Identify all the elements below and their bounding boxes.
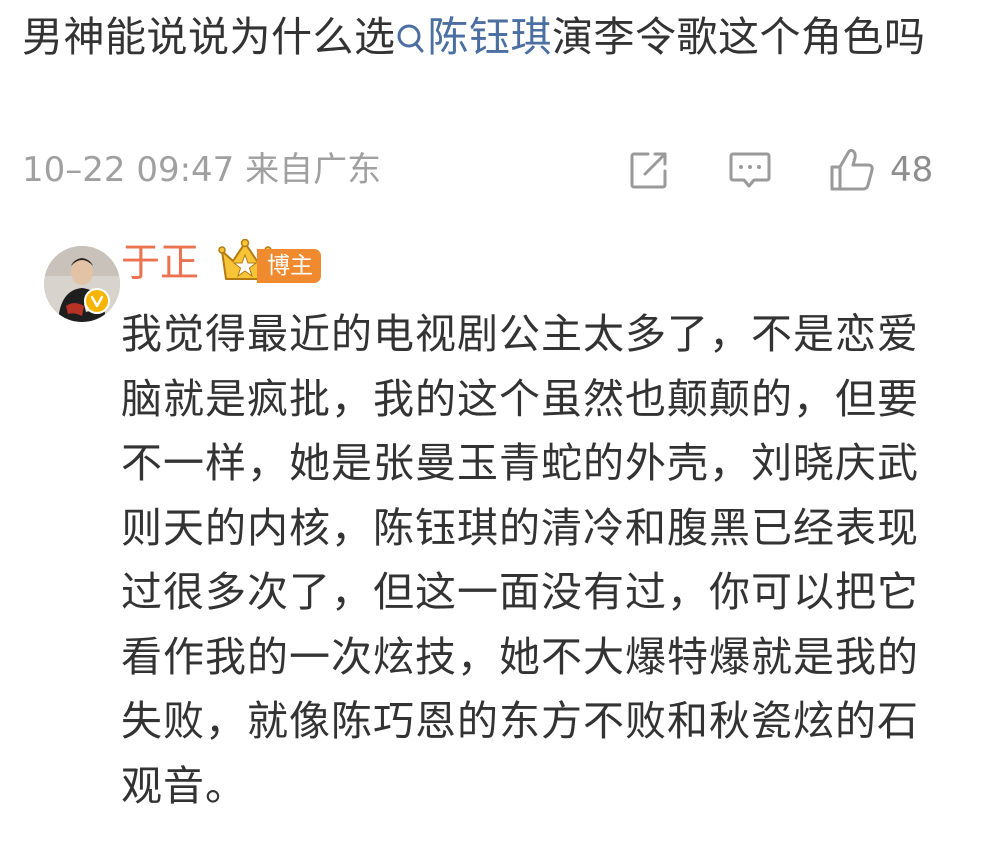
search-icon (397, 24, 423, 53)
blogger-badge: 博主 (257, 249, 321, 283)
reply-text: 我觉得最近的电视剧公主太多了，不是恋爱脑就是疯批，我的这个虽然也颠颠的，但要不一… (121, 310, 919, 810)
like-button[interactable]: 48 (828, 146, 933, 194)
reply-username[interactable]: 于正 (121, 236, 199, 292)
share-icon (630, 152, 667, 189)
share-button[interactable] (628, 146, 670, 194)
comment-icon (729, 152, 771, 188)
thumbs-up-icon (830, 148, 874, 191)
post-text: 男神能说说为什么选 陈钰琪演李令歌这个角色吗 (22, 6, 952, 68)
topic-label: 陈钰琪 (427, 13, 552, 61)
post-timestamp-location: 10–22 09:47 来自广东 (22, 150, 382, 190)
avatar-container[interactable] (22, 236, 120, 322)
verified-badge-icon (84, 288, 110, 314)
post-meta-row: 10–22 09:47 来自广东 48 (22, 146, 947, 194)
like-count: 48 (890, 150, 934, 190)
comment-button[interactable] (728, 146, 772, 194)
post-text-before: 男神能说说为什么选 (22, 13, 396, 61)
topic-link[interactable]: 陈钰琪 (396, 13, 553, 61)
post-text-after: 演李令歌这个角色吗 (552, 13, 926, 61)
avatar[interactable] (44, 246, 120, 322)
